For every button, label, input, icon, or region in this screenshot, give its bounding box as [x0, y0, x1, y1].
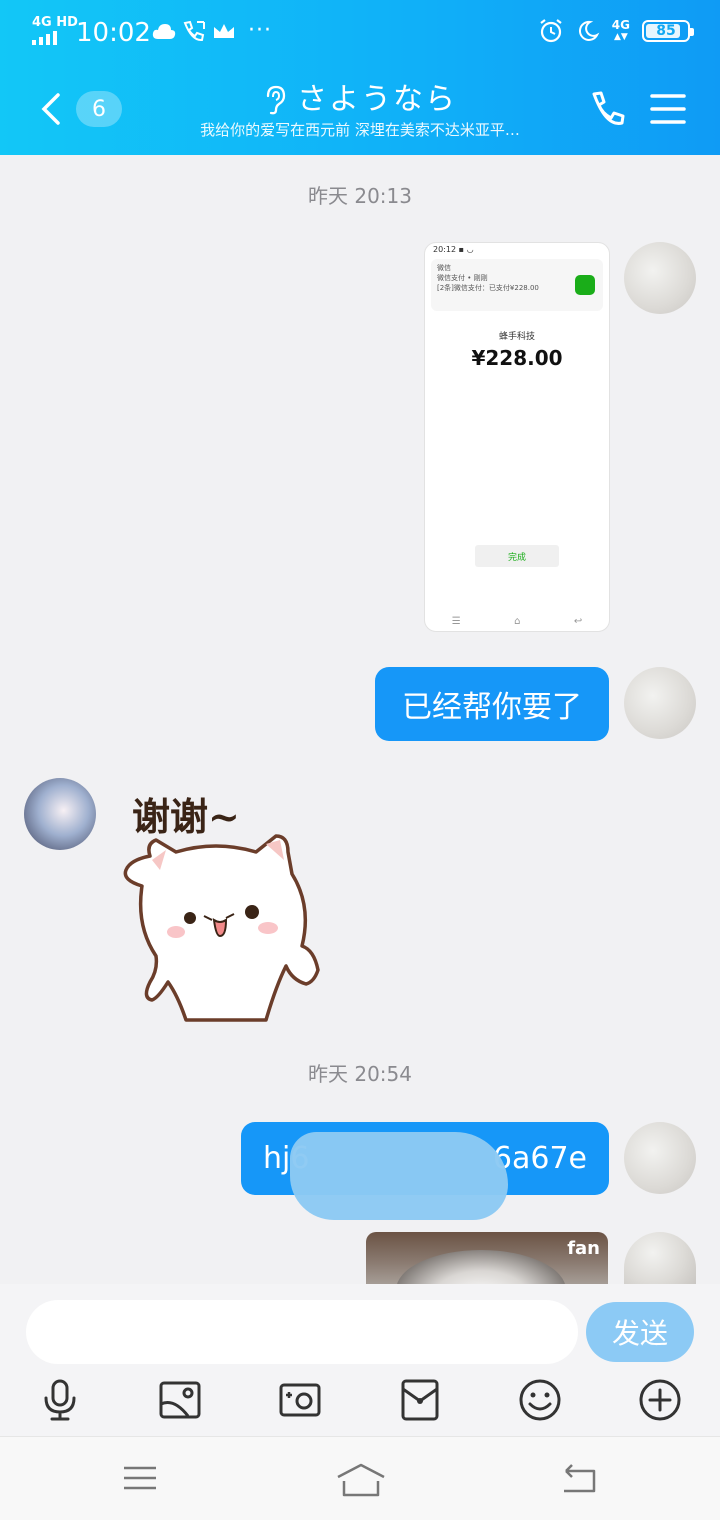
cat-sticker-icon: [123, 834, 320, 1022]
wechat-pay-icon: [575, 275, 595, 295]
emoji-icon[interactable]: [518, 1378, 562, 1422]
sticker-message[interactable]: 谢谢~: [116, 786, 326, 1022]
avatar-self[interactable]: [624, 1232, 696, 1284]
timestamp: 昨天 20:13: [308, 184, 412, 208]
avatar-self[interactable]: [624, 242, 696, 314]
alarm-icon: [540, 19, 562, 43]
avatar-self[interactable]: [624, 1122, 696, 1194]
cloud-icon: [152, 24, 176, 39]
screenshot-message[interactable]: 20:12 ▪ ◡ 微信 微信支付 • 刚刚 [2条]微信支付：已支付¥228.…: [424, 242, 610, 632]
call-icon: [183, 20, 205, 42]
image-icon[interactable]: [158, 1378, 202, 1422]
mobile-data-icon: 4G ▲▼: [611, 18, 630, 42]
screenshot-amount: ¥228.00: [471, 346, 563, 370]
screenshot-notification: 微信 微信支付 • 刚刚 [2条]微信支付：已支付¥228.00: [431, 259, 603, 311]
timestamp: 昨天 20:54: [308, 1062, 412, 1086]
redaction-mark: [290, 1132, 508, 1220]
crown-icon: [214, 24, 234, 38]
battery-level: 85: [656, 23, 676, 39]
network-label: 4G HD: [32, 15, 78, 30]
phone-call-button[interactable]: [586, 90, 626, 130]
avatar-self[interactable]: [624, 667, 696, 739]
screenshot-card-line2: [2条]微信支付：已支付¥228.00: [437, 284, 539, 292]
input-panel: 发送: [0, 1284, 720, 1436]
system-nav-bar: [0, 1436, 720, 1520]
red-packet-icon[interactable]: [398, 1378, 442, 1422]
send-button[interactable]: 发送: [586, 1302, 694, 1362]
avatar-contact[interactable]: [24, 778, 96, 850]
back-nav-icon[interactable]: [560, 1463, 598, 1493]
status-bar: 4G HD 10:02 ··· 4G ▲▼ 85: [0, 0, 720, 64]
signal-icon: 4G HD: [32, 16, 78, 45]
screenshot-done-button: 完成: [475, 545, 559, 567]
screenshot-card-title: 微信: [437, 264, 451, 272]
message-input[interactable]: [26, 1300, 578, 1364]
more-status-icon: ···: [248, 18, 272, 43]
camera-icon[interactable]: [278, 1378, 322, 1422]
chat-title[interactable]: さようなら: [263, 80, 457, 120]
screenshot-card-line1: 微信支付 • 刚刚: [437, 274, 488, 282]
message-bubble-self[interactable]: 已经帮你要了: [375, 667, 609, 741]
message-text: 已经帮你要了: [402, 690, 582, 725]
message-text-end: 6a67e: [492, 1141, 587, 1176]
screenshot-status-bar: 20:12 ▪ ◡: [433, 245, 474, 254]
battery-icon: 85: [642, 20, 694, 42]
moon-icon: [578, 20, 600, 41]
home-icon[interactable]: [336, 1463, 386, 1497]
clock: 10:02: [76, 18, 151, 48]
image-message[interactable]: fan: [366, 1232, 608, 1292]
screenshot-merchant: 蜂手科技: [498, 332, 535, 342]
chat-title-text: さようなら: [297, 82, 457, 117]
plus-icon[interactable]: [638, 1378, 682, 1422]
ear-icon: [266, 85, 286, 115]
screenshot-nav: ☰ ⌂ ↩: [451, 616, 583, 627]
photo-watermark: fan: [567, 1238, 600, 1259]
recent-apps-icon[interactable]: [122, 1463, 158, 1493]
mic-icon[interactable]: [38, 1378, 82, 1422]
chat-header: 4G HD 10:02 ··· 4G ▲▼ 85 6 さようなら 我给你的爱写在…: [0, 0, 720, 155]
menu-button[interactable]: [650, 92, 686, 126]
